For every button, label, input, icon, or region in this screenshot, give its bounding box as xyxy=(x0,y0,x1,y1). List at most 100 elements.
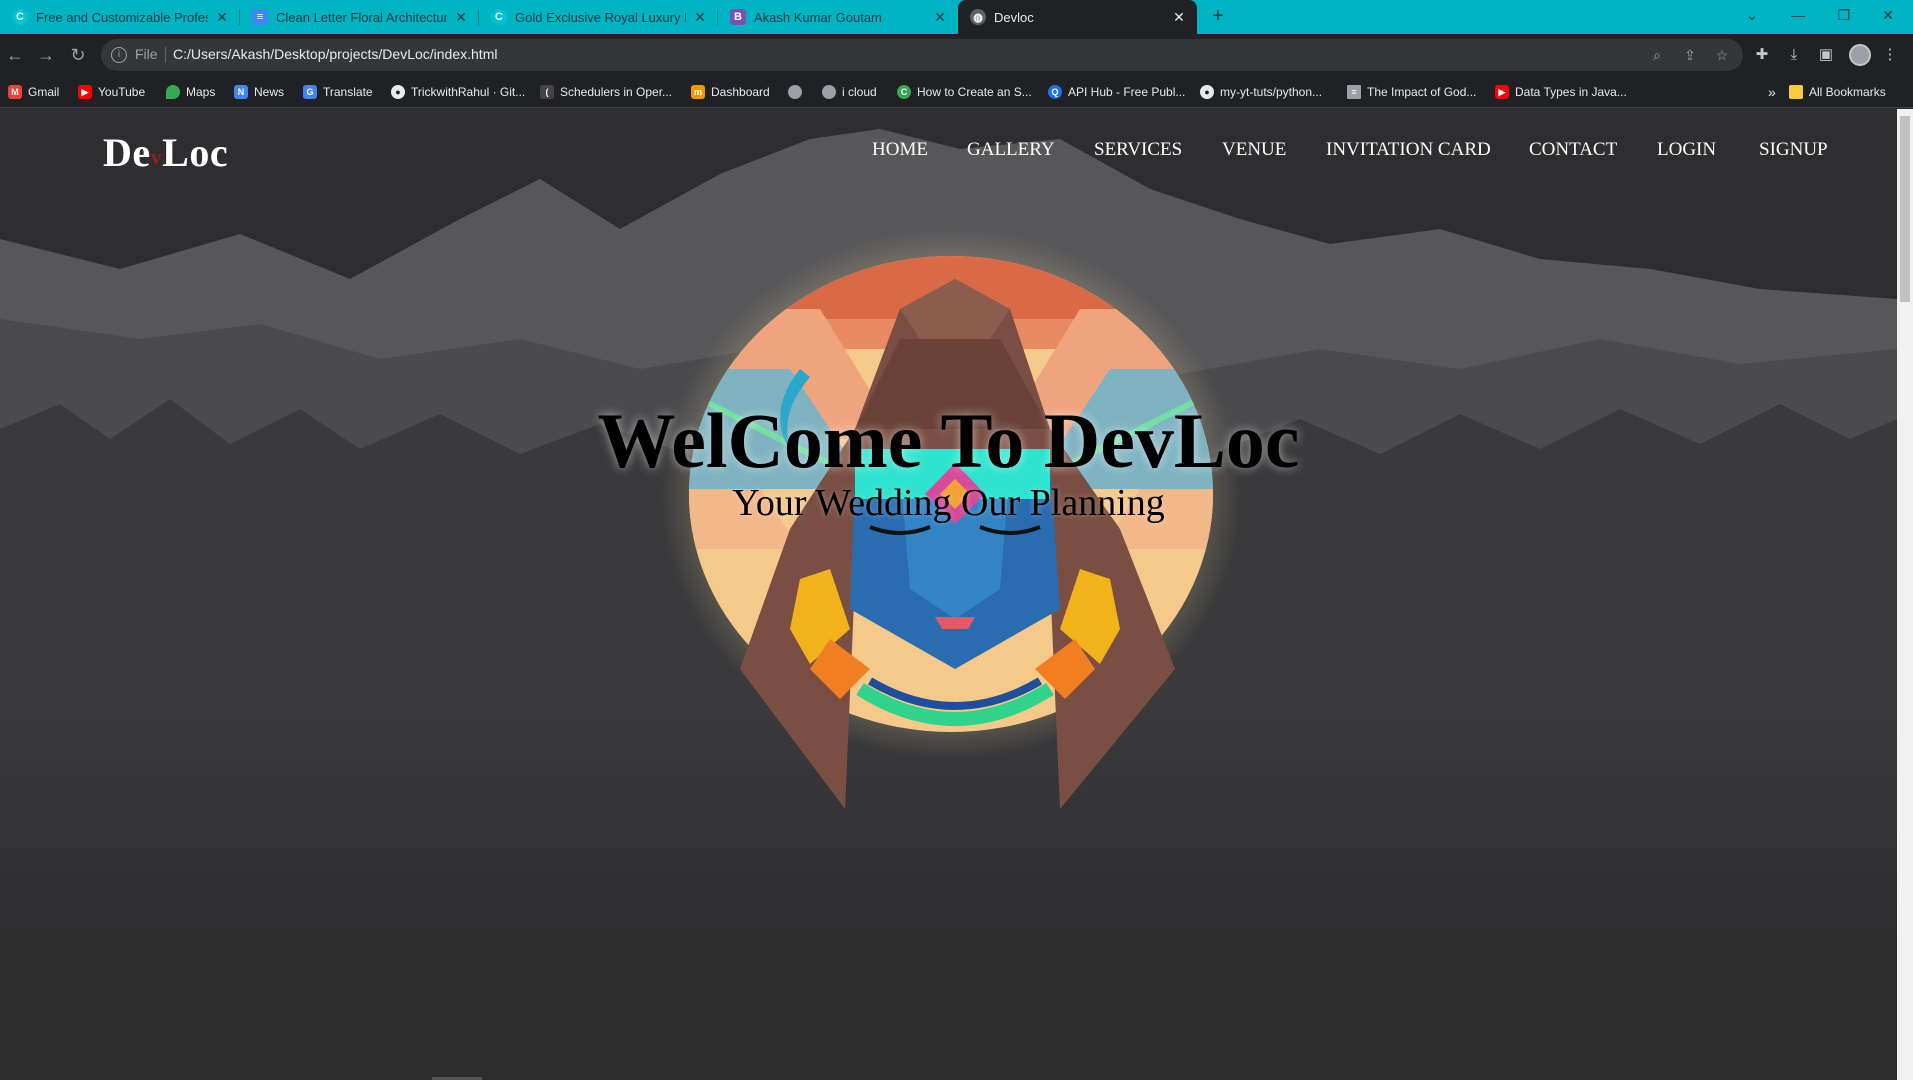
bookmark-label: i cloud xyxy=(842,85,877,99)
bookmark-schedulers[interactable]: ( Schedulers in Oper... xyxy=(540,76,672,108)
github-icon: ● xyxy=(1200,85,1214,99)
tab-close-icon[interactable]: ✕ xyxy=(932,9,948,26)
translate-icon: G xyxy=(303,85,317,99)
tab-search-icon[interactable]: ⌄ xyxy=(1730,0,1774,30)
tab-2[interactable]: C Gold Exclusive Royal Luxury Hot ✕ xyxy=(479,0,718,34)
profile-avatar[interactable] xyxy=(1849,44,1871,66)
all-bookmarks[interactable]: All Bookmarks xyxy=(1789,76,1886,108)
tab-title: Akash Kumar Goutam xyxy=(754,9,882,25)
nav-login[interactable]: LOGIN xyxy=(1657,139,1716,161)
nav-signup[interactable]: SIGNUP xyxy=(1759,139,1828,161)
bookmark-data-types[interactable]: ▶ Data Types in Java... xyxy=(1495,76,1627,108)
bookmark-impact-of-god[interactable]: ≡ The Impact of God... xyxy=(1347,76,1476,108)
bootstrap-icon: B xyxy=(730,9,746,25)
bookmark-dashboard[interactable]: m Dashboard xyxy=(691,76,770,108)
tab-active[interactable]: ◍ Devloc ✕ xyxy=(958,0,1197,34)
nav-invitation-card[interactable]: INVITATION CARD xyxy=(1326,139,1491,161)
bookmark-news[interactable]: N News xyxy=(234,76,284,108)
bookmark-label: How to Create an S... xyxy=(917,85,1032,99)
hero-section: DevLoc HOME GALLERY SERVICES VENUE INVIT… xyxy=(0,109,1897,934)
bookmark-youtube[interactable]: ▶ YouTube xyxy=(78,76,145,108)
scrollbar-thumb[interactable] xyxy=(1900,116,1910,302)
tab-close-icon[interactable]: ✕ xyxy=(1171,9,1187,26)
tab-title: Clean Letter Floral Architecture xyxy=(276,9,447,25)
api-icon: Q xyxy=(1048,85,1062,99)
bookmark-label: Translate xyxy=(323,85,373,99)
bookmark-api-hub[interactable]: Q API Hub - Free Publ... xyxy=(1048,76,1185,108)
youtube-icon: ▶ xyxy=(1495,85,1509,99)
url-text[interactable]: C:/Users/Akash/Desktop/projects/DevLoc/i… xyxy=(173,46,497,62)
nav-gallery[interactable]: GALLERY xyxy=(967,139,1055,161)
globe-icon: ◍ xyxy=(970,9,986,25)
github-icon: ● xyxy=(391,85,405,99)
bookmark-gmail[interactable]: M Gmail xyxy=(8,76,59,108)
tab-1[interactable]: ≡ Clean Letter Floral Architecture ✕ xyxy=(240,0,479,34)
news-icon: N xyxy=(234,85,248,99)
nav-venue[interactable]: VENUE xyxy=(1222,139,1286,161)
bookmark-label: Data Types in Java... xyxy=(1515,85,1627,99)
address-bar[interactable]: i File C:/Users/Akash/Desktop/projects/D… xyxy=(101,39,1743,71)
nav-contact[interactable]: CONTACT xyxy=(1529,139,1617,161)
bookmark-globe[interactable] xyxy=(788,76,808,108)
tab-title: Devloc xyxy=(994,9,1034,25)
menu-icon[interactable]: ⋮ xyxy=(1880,45,1900,65)
back-icon[interactable]: ← xyxy=(3,43,27,67)
share-icon[interactable]: ⇪ xyxy=(1681,46,1699,64)
bookmark-icloud[interactable]: i cloud xyxy=(822,76,877,108)
divider xyxy=(165,47,166,63)
tab-0[interactable]: C Free and Customizable Professio ✕ xyxy=(0,0,240,34)
site-logo[interactable]: DevLoc xyxy=(103,129,228,176)
bookmark-label: Gmail xyxy=(28,85,60,99)
canva-icon: C xyxy=(12,9,28,25)
bookmark-label: The Impact of God... xyxy=(1367,85,1477,99)
side-panel-icon[interactable]: ▣ xyxy=(1816,45,1836,65)
logo-mark: v xyxy=(150,143,163,169)
youtube-icon: ▶ xyxy=(78,85,92,99)
page-lower-section xyxy=(0,934,1897,1080)
bookmark-label: TrickwithRahul · Git... xyxy=(411,85,526,99)
maps-icon xyxy=(166,85,180,99)
page-viewport: DevLoc HOME GALLERY SERVICES VENUE INVIT… xyxy=(0,109,1897,1080)
bookmark-label: News xyxy=(254,85,285,99)
bookmark-github-yt[interactable]: ● my-yt-tuts/python... xyxy=(1200,76,1322,108)
minimize-icon[interactable]: — xyxy=(1776,0,1820,30)
reload-icon[interactable]: ↻ xyxy=(66,43,90,67)
tab-close-icon[interactable]: ✕ xyxy=(692,9,708,26)
close-window-icon[interactable]: ✕ xyxy=(1866,0,1910,30)
bookmark-label: Maps xyxy=(186,85,216,99)
info-icon[interactable]: i xyxy=(111,47,127,63)
logo-text-part1: De xyxy=(103,130,151,175)
site-icon: C xyxy=(897,85,911,99)
tab-close-icon[interactable]: ✕ xyxy=(214,9,230,26)
browser-tab-strip: C Free and Customizable Professio ✕ ≡ Cl… xyxy=(0,0,1913,34)
tab-close-icon[interactable]: ✕ xyxy=(453,9,469,26)
site-icon: ( xyxy=(540,85,554,99)
bookmark-label: Dashboard xyxy=(711,85,770,99)
bookmark-how-to-create[interactable]: C How to Create an S... xyxy=(897,76,1032,108)
hero-headline: WelCome To DevLoc xyxy=(597,397,1300,484)
forward-icon[interactable]: → xyxy=(34,43,58,67)
hero-subheadline: Your Wedding Our Planning xyxy=(732,482,1165,524)
star-icon[interactable]: ☆ xyxy=(1713,46,1731,64)
bookmark-label: YouTube xyxy=(98,85,146,99)
tab-title: Gold Exclusive Royal Luxury Hot xyxy=(515,9,686,25)
new-tab-button[interactable]: + xyxy=(1206,5,1230,29)
doc-icon: ≡ xyxy=(1347,85,1361,99)
restore-icon[interactable]: ❐ xyxy=(1822,0,1866,30)
tab-3[interactable]: B Akash Kumar Goutam ✕ xyxy=(718,0,958,34)
bookmark-label: Schedulers in Oper... xyxy=(560,85,673,99)
bookmarks-bar: M Gmail ▶ YouTube Maps N News G Translate ● T… xyxy=(0,76,1913,108)
globe-icon xyxy=(788,85,802,99)
bookmark-translate[interactable]: G Translate xyxy=(303,76,373,108)
nav-home[interactable]: HOME xyxy=(872,139,928,161)
more-bookmarks-icon[interactable]: » xyxy=(1768,76,1776,108)
nav-services[interactable]: SERVICES xyxy=(1094,139,1182,161)
gmail-icon: M xyxy=(8,85,22,99)
docs-icon: ≡ xyxy=(252,9,268,25)
extensions-icon[interactable]: ✚ xyxy=(1752,45,1772,65)
bookmark-label: API Hub - Free Publ... xyxy=(1068,85,1186,99)
download-icon[interactable]: ⤓ xyxy=(1784,45,1804,65)
bookmark-github-trick[interactable]: ● TrickwithRahul · Git... xyxy=(391,76,525,108)
zoom-icon[interactable]: ⌕ xyxy=(1648,46,1666,64)
bookmark-maps[interactable]: Maps xyxy=(166,76,215,108)
